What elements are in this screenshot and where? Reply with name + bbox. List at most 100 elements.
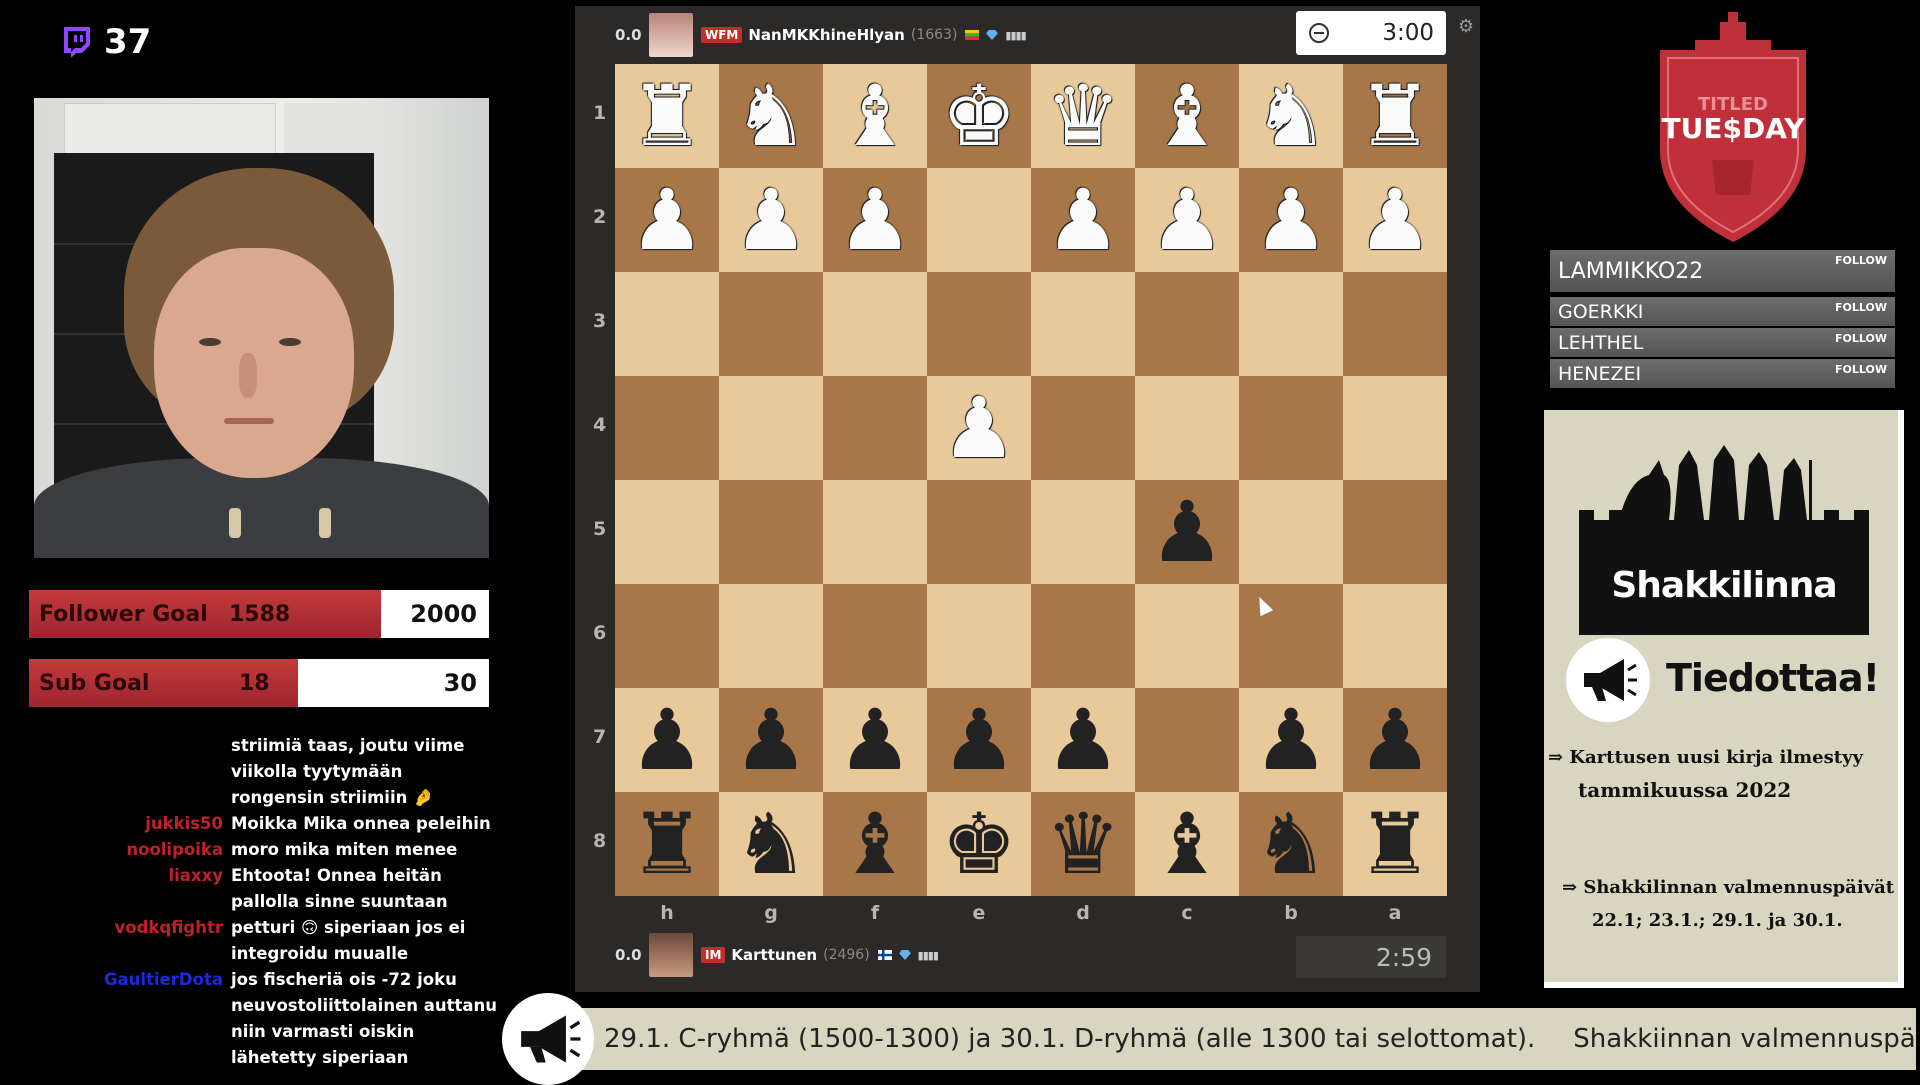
board-square-g6[interactable] (719, 584, 823, 688)
board-square-h4[interactable] (615, 376, 719, 480)
board-square-a5[interactable] (1343, 480, 1447, 584)
black-pawn-icon[interactable]: ♟ (1045, 698, 1120, 782)
bottom-player-name[interactable]: Karttunen (731, 946, 817, 964)
board-square-h7[interactable]: ♟ (615, 688, 719, 792)
board-square-e2[interactable] (927, 168, 1031, 272)
black-rook-icon[interactable]: ♜ (629, 802, 704, 886)
board-square-h5[interactable] (615, 480, 719, 584)
board-square-d5[interactable] (1031, 480, 1135, 584)
black-knight-icon[interactable]: ♞ (1253, 802, 1328, 886)
follow-button[interactable]: FOLLOW (1835, 363, 1887, 376)
black-pawn-icon[interactable]: ♟ (629, 698, 704, 782)
black-knight-icon[interactable]: ♞ (733, 802, 808, 886)
board-square-b3[interactable] (1239, 272, 1343, 376)
white-bishop-icon[interactable]: ♝ (837, 74, 912, 158)
white-knight-icon[interactable]: ♞ (733, 74, 808, 158)
board-square-b7[interactable]: ♟ (1239, 688, 1343, 792)
black-pawn-icon[interactable]: ♟ (1253, 698, 1328, 782)
chat-username[interactable]: GaultierDota (60, 967, 231, 1071)
chess-board[interactable]: ♜ ♞ ♝ ♚ ♛ ♝ ♞ ♜ ♟ ♟ ♟ ♟ ♟ ♟ ♟ ♟ ♟ ♟ ♟ ♟ ♟ ♟ ♟ ♟ ♜ ♞ ♝ ♚ ♛ ♝ ♞ ♜ (615, 64, 1447, 896)
board-square-e4[interactable]: ♟ (927, 376, 1031, 480)
follow-button[interactable]: FOLLOW (1835, 332, 1887, 345)
chat-username[interactable]: vodkqfightr (60, 915, 231, 967)
white-bishop-icon[interactable]: ♝ (1149, 74, 1224, 158)
board-square-e6[interactable] (927, 584, 1031, 688)
white-pawn-icon[interactable]: ♟ (837, 178, 912, 262)
board-square-d6[interactable] (1031, 584, 1135, 688)
board-square-f3[interactable] (823, 272, 927, 376)
board-square-g7[interactable]: ♟ (719, 688, 823, 792)
board-square-g3[interactable] (719, 272, 823, 376)
board-square-g8[interactable]: ♞ (719, 792, 823, 896)
board-square-h6[interactable] (615, 584, 719, 688)
follow-button[interactable]: FOLLOW (1835, 254, 1887, 267)
board-square-e3[interactable] (927, 272, 1031, 376)
board-square-e5[interactable] (927, 480, 1031, 584)
white-queen-icon[interactable]: ♛ (1045, 74, 1120, 158)
board-square-d2[interactable]: ♟ (1031, 168, 1135, 272)
board-square-a7[interactable]: ♟ (1343, 688, 1447, 792)
board-square-h1[interactable]: ♜ (615, 64, 719, 168)
board-square-f6[interactable] (823, 584, 927, 688)
board-square-g5[interactable] (719, 480, 823, 584)
board-square-g4[interactable] (719, 376, 823, 480)
board-square-g2[interactable]: ♟ (719, 168, 823, 272)
board-square-c8[interactable]: ♝ (1135, 792, 1239, 896)
white-rook-icon[interactable]: ♜ (1357, 74, 1432, 158)
board-square-d7[interactable]: ♟ (1031, 688, 1135, 792)
board-square-a3[interactable] (1343, 272, 1447, 376)
chat-username[interactable]: jukkis50 (60, 811, 231, 837)
board-square-f4[interactable] (823, 376, 927, 480)
board-square-h2[interactable]: ♟ (615, 168, 719, 272)
chat-username[interactable] (60, 733, 231, 811)
board-square-c5[interactable]: ♟ (1135, 480, 1239, 584)
board-square-g1[interactable]: ♞ (719, 64, 823, 168)
black-pawn-icon[interactable]: ♟ (837, 698, 912, 782)
board-square-f7[interactable]: ♟ (823, 688, 927, 792)
board-square-c1[interactable]: ♝ (1135, 64, 1239, 168)
board-square-a1[interactable]: ♜ (1343, 64, 1447, 168)
black-pawn-icon[interactable]: ♟ (1149, 490, 1224, 574)
black-pawn-icon[interactable]: ♟ (1357, 698, 1432, 782)
white-pawn-icon[interactable]: ♟ (1357, 178, 1432, 262)
board-square-e7[interactable]: ♟ (927, 688, 1031, 792)
board-square-c3[interactable] (1135, 272, 1239, 376)
board-square-a6[interactable] (1343, 584, 1447, 688)
top-player-name[interactable]: NanMKKhineHlyan (748, 26, 904, 44)
board-square-d8[interactable]: ♛ (1031, 792, 1135, 896)
board-square-h8[interactable]: ♜ (615, 792, 719, 896)
board-square-b8[interactable]: ♞ (1239, 792, 1343, 896)
board-square-f2[interactable]: ♟ (823, 168, 927, 272)
board-square-e1[interactable]: ♚ (927, 64, 1031, 168)
board-square-a8[interactable]: ♜ (1343, 792, 1447, 896)
white-pawn-icon[interactable]: ♟ (941, 386, 1016, 470)
black-pawn-icon[interactable]: ♟ (733, 698, 808, 782)
board-square-b4[interactable] (1239, 376, 1343, 480)
board-square-a4[interactable] (1343, 376, 1447, 480)
gear-icon[interactable]: ⚙ (1458, 16, 1474, 37)
board-square-d1[interactable]: ♛ (1031, 64, 1135, 168)
board-square-f1[interactable]: ♝ (823, 64, 927, 168)
white-pawn-icon[interactable]: ♟ (629, 178, 704, 262)
board-square-f8[interactable]: ♝ (823, 792, 927, 896)
board-square-c2[interactable]: ♟ (1135, 168, 1239, 272)
board-square-e8[interactable]: ♚ (927, 792, 1031, 896)
white-king-icon[interactable]: ♚ (941, 74, 1016, 158)
black-bishop-icon[interactable]: ♝ (1149, 802, 1224, 886)
black-king-icon[interactable]: ♚ (941, 802, 1016, 886)
board-square-b2[interactable]: ♟ (1239, 168, 1343, 272)
board-square-d4[interactable] (1031, 376, 1135, 480)
board-square-a2[interactable]: ♟ (1343, 168, 1447, 272)
board-square-d3[interactable] (1031, 272, 1135, 376)
white-pawn-icon[interactable]: ♟ (1253, 178, 1328, 262)
board-square-b1[interactable]: ♞ (1239, 64, 1343, 168)
black-queen-icon[interactable]: ♛ (1045, 802, 1120, 886)
white-pawn-icon[interactable]: ♟ (733, 178, 808, 262)
follow-button[interactable]: FOLLOW (1835, 301, 1887, 314)
board-square-c6[interactable] (1135, 584, 1239, 688)
white-rook-icon[interactable]: ♜ (629, 74, 704, 158)
board-square-h3[interactable] (615, 272, 719, 376)
chat-username[interactable]: noolipoika (60, 837, 231, 863)
black-pawn-icon[interactable]: ♟ (941, 698, 1016, 782)
white-pawn-icon[interactable]: ♟ (1149, 178, 1224, 262)
